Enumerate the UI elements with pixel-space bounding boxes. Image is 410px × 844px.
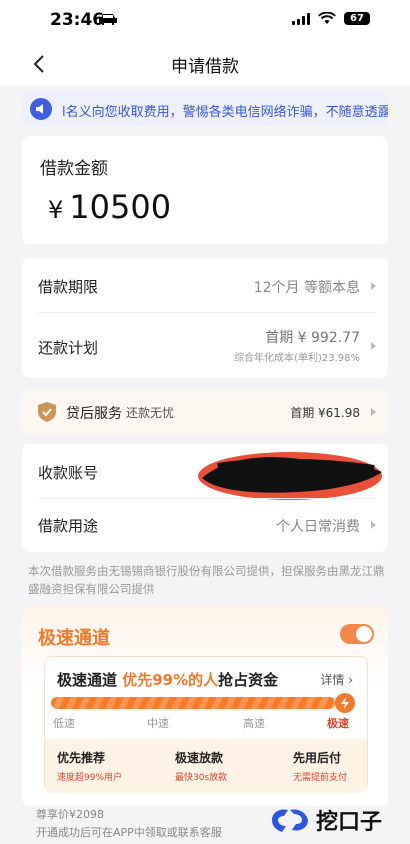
speed-label-mid: 中速 [147, 717, 169, 730]
feature-item: 优先推荐 速度超99%用户 [57, 751, 123, 783]
details-link[interactable]: 详情 › [320, 671, 353, 688]
purpose-row[interactable]: 借款用途 个人日常消费 [22, 499, 388, 552]
feature-item: 极速放款 最快30s放款 [175, 751, 228, 783]
amount-value[interactable]: ¥10500 [48, 188, 171, 226]
chevron-right-icon [371, 408, 376, 416]
amount-number: 10500 [69, 188, 172, 226]
amount-label: 借款金额 [40, 159, 108, 179]
speed-label-low: 低速 [53, 717, 75, 730]
battery-icon: 67 [344, 12, 370, 25]
after-loan-service-card[interactable]: 贷后服务 还款无忧 首期 ¥61.98 [22, 390, 388, 434]
disclaimer-text: 本次借款服务由无锡锡商银行股份有限公司提供，担保服务由黑龙江鼎盛融资担保有限公司… [28, 564, 385, 596]
price-note: 开通成功后可在APP中领取或联系客服 [36, 826, 222, 839]
page-title: 申请借款 [171, 57, 239, 77]
service-label: 贷后服务 [66, 406, 122, 422]
amount-card: 借款金额 ¥10500 [22, 136, 388, 244]
plan-value: 首期 ¥ 992.77 [265, 330, 360, 346]
purpose-label: 借款用途 [38, 517, 99, 535]
chevron-right-icon: › [348, 673, 353, 687]
chevron-right-icon [371, 342, 376, 350]
notice-banner: l名义向您收取费用，警惕各类电信网络诈骗，不随意透露身 [22, 92, 388, 126]
express-headline: 极速通道 优先99%的人抢占资金 [57, 671, 279, 689]
plan-label: 还款计划 [38, 339, 99, 357]
watermark-text: 挖口子 [316, 810, 383, 835]
account-label: 收款账号 [38, 464, 99, 482]
currency-symbol: ¥ [48, 196, 64, 224]
chevron-right-icon [371, 282, 376, 290]
wifi-icon [318, 12, 336, 24]
logo-icon [272, 809, 308, 832]
redaction-scribble [198, 452, 382, 500]
term-row[interactable]: 借款期限 12个月 等额本息 [22, 258, 388, 312]
status-time: 23:46 [50, 10, 105, 30]
car-icon [99, 14, 117, 25]
speed-label-max: 极速 [327, 717, 349, 730]
service-sub: 还款无忧 [126, 406, 175, 420]
feature-item: 先用后付 无需提前支付 [293, 751, 348, 783]
plan-annual-rate: 综合年化成本(单利)23.98% [234, 353, 360, 364]
shield-check-icon [38, 402, 56, 422]
speed-label-high: 高速 [243, 717, 265, 730]
service-value: 首期 ¥61.98 [290, 406, 360, 420]
speaker-icon [30, 98, 52, 120]
progress-fill [51, 697, 336, 709]
speed-labels: 低速 中速 高速 极速 [53, 715, 353, 731]
express-features: 优先推荐 速度超99%用户 极速放款 最快30s放款 先用后付 无需提前支付 [45, 739, 367, 793]
loan-info-card: 借款期限 12个月 等额本息 还款计划 首期 ¥ 992.77 综合年化成本(单… [22, 258, 388, 378]
express-toggle[interactable] [340, 624, 374, 644]
express-title: 极速通道 [38, 628, 110, 649]
term-value: 12个月 等额本息 [253, 280, 360, 296]
watermark-logo: 挖口子 [270, 804, 382, 836]
plan-row[interactable]: 还款计划 首期 ¥ 992.77 综合年化成本(单利)23.98% [22, 313, 388, 378]
notice-text: l名义向您收取费用，警惕各类电信网络诈骗，不随意透露身 [62, 105, 388, 120]
express-panel: 极速通道 优先99%的人抢占资金 详情 › 低速 中速 高速 极速 优先推荐 速… [44, 656, 368, 793]
lightning-icon [335, 693, 355, 713]
purpose-value: 个人日常消费 [276, 519, 360, 535]
chevron-right-icon [371, 521, 376, 529]
express-channel-card: 极速通道 极速通道 优先99%的人抢占资金 详情 › 低速 中速 高速 极速 优… [22, 606, 388, 806]
nav-bar: 申请借款 [0, 40, 410, 86]
signal-icon [292, 12, 310, 25]
speed-progress [51, 693, 355, 713]
term-label: 借款期限 [38, 278, 99, 296]
status-bar: 23:46 67 [0, 0, 410, 40]
account-row[interactable]: 收款账号 [22, 444, 388, 500]
account-card: 收款账号 借款用途 个人日常消费 [22, 444, 388, 552]
price-label: 尊享价¥2098 [36, 808, 104, 821]
